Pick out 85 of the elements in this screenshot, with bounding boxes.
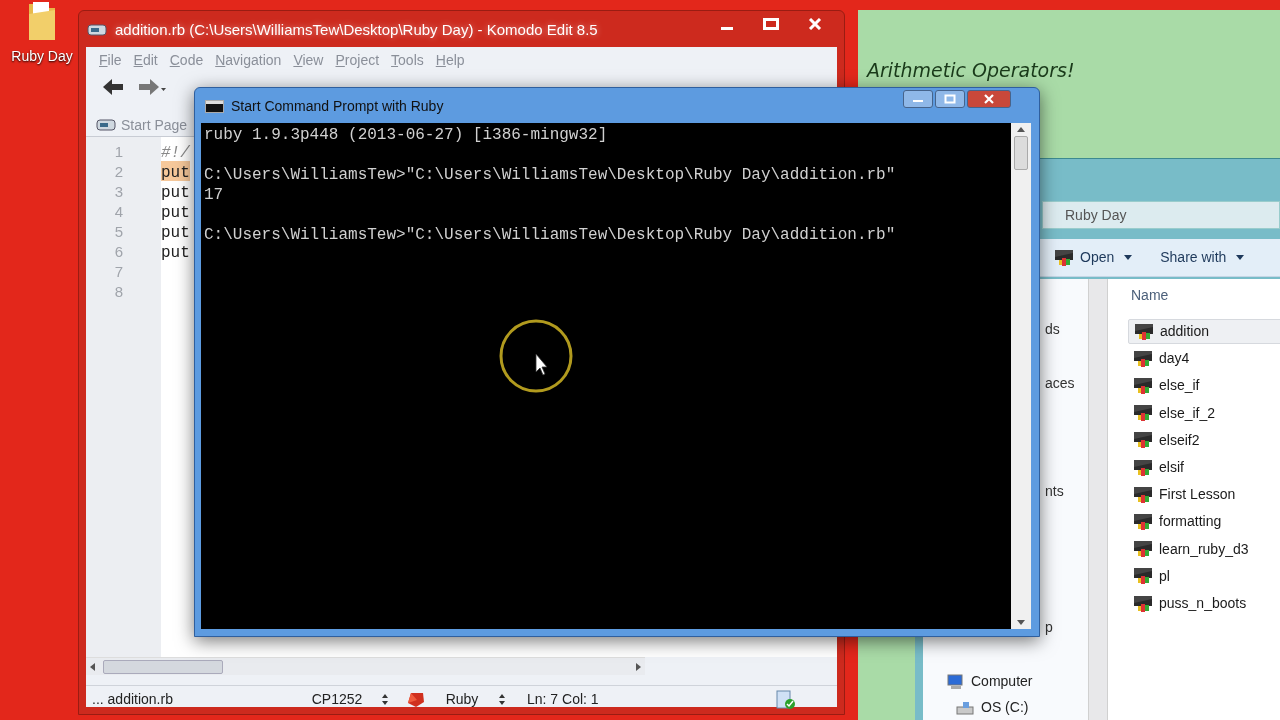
- file-icon: [1133, 376, 1153, 395]
- nav-item[interactable]: aces: [1045, 373, 1075, 394]
- list-entry[interactable]: day4: [1128, 346, 1280, 372]
- file-icon: [1133, 458, 1153, 477]
- line-number: 3: [113, 182, 124, 201]
- folder-icon: [27, 0, 57, 42]
- icon-label[interactable]: Ruby Day: [11, 46, 73, 67]
- console-text: ruby 1.9.3p448 (2013-06-27) [i386-mingw32] C:\Users\WilliamsTew>"C:\Users\WilliamsTew\Desktop\Ruby Day\addition.rb" 17 C:\Users\WilliamsTew>"C:\Users\WilliamsTew\Desktop\Ruby Day\addition.rb": [203, 125, 897, 245]
- language-selector[interactable]: Ruby: [407, 689, 527, 710]
- app-icon: [96, 119, 116, 131]
- file-icon: [1134, 322, 1154, 341]
- code-text: put: [161, 203, 190, 221]
- file-icon: [1133, 431, 1153, 450]
- list-entry[interactable]: else_if_2: [1128, 400, 1280, 426]
- window-title: Start Command Prompt with Ruby: [231, 97, 444, 116]
- caret-icon: [1124, 255, 1133, 260]
- nav-item[interactable]: nts: [1045, 481, 1064, 502]
- file-icon: [1133, 567, 1153, 586]
- up-down-arrow-icon: [382, 693, 388, 706]
- ruby-icon: [407, 691, 425, 708]
- app-icon: [87, 24, 107, 37]
- list-entry[interactable]: pl: [1128, 563, 1280, 589]
- console-icon: [205, 100, 224, 113]
- list-entry[interactable]: addition: [1128, 319, 1280, 344]
- forward-arrow-icon[interactable]: [138, 78, 166, 96]
- scrollbar-thumb[interactable]: [1014, 136, 1028, 170]
- line-number: 8: [113, 282, 124, 301]
- column-header[interactable]: Name: [1131, 285, 1169, 306]
- file-icon: [1133, 540, 1153, 559]
- list-entry[interactable]: else_if: [1128, 373, 1280, 399]
- code-text: put: [161, 223, 190, 241]
- address-text: Ruby Day: [1065, 205, 1127, 225]
- maximize-button[interactable]: [935, 90, 965, 108]
- line-number: 1: [113, 142, 124, 161]
- status-text: Ln: 7 Col: 1: [527, 690, 599, 709]
- caret-icon: [1236, 255, 1245, 260]
- code-text: #!/: [161, 143, 190, 161]
- minimize-icon: [721, 26, 733, 30]
- right-arrow-icon[interactable]: [636, 662, 641, 671]
- file-icon: [1133, 512, 1153, 531]
- file-icon: [1133, 349, 1153, 368]
- maximize-icon: [944, 94, 956, 104]
- nav-item[interactable]: OS (C:): [955, 697, 1029, 718]
- list-entry[interactable]: learn_ruby_d3: [1128, 536, 1280, 562]
- file-icon: [1054, 248, 1074, 267]
- line-number: 4: [113, 202, 124, 221]
- list-entry[interactable]: formatting: [1128, 509, 1280, 535]
- scrollbar[interactable]: [1088, 279, 1108, 720]
- code-text: put: [161, 161, 190, 181]
- code-text: put: [161, 243, 190, 261]
- left-arrow-icon[interactable]: [90, 662, 95, 671]
- file-icon: [1133, 404, 1153, 423]
- close-icon: [983, 94, 995, 104]
- down-arrow-icon[interactable]: [1017, 620, 1025, 625]
- minimize-button[interactable]: [903, 90, 933, 108]
- scrollbar[interactable]: [86, 657, 645, 675]
- window-title: addition.rb (C:\Users\WilliamsTew\Desktop\Ruby Day) - Komodo Edit 8.5: [115, 20, 598, 40]
- back-arrow-icon[interactable]: [102, 78, 124, 96]
- line-number: 5: [113, 222, 124, 241]
- code-text: put: [161, 183, 190, 201]
- list-entry[interactable]: puss_n_boots: [1128, 591, 1280, 616]
- status-text: ... addition.rb: [92, 690, 174, 709]
- address-bar[interactable]: Ruby Day: [1042, 201, 1280, 229]
- file-icon: [1133, 485, 1153, 504]
- line-number: 2: [113, 162, 124, 181]
- toolbar-button[interactable]: Open: [1054, 247, 1133, 268]
- nav-item[interactable]: p: [1045, 617, 1053, 638]
- line-number: 7: [113, 262, 124, 281]
- encoding-selector[interactable]: CP1252: [292, 689, 407, 710]
- line-number: 6: [113, 242, 124, 261]
- list-entry[interactable]: elseif2: [1128, 427, 1280, 453]
- close-icon: [808, 18, 822, 30]
- nav-item[interactable]: Computer: [945, 671, 1033, 692]
- list-entry[interactable]: First Lesson: [1128, 482, 1280, 508]
- close-button[interactable]: [967, 90, 1011, 108]
- scrollbar[interactable]: [1011, 123, 1031, 629]
- file-icon: [1133, 594, 1153, 613]
- up-down-arrow-icon: [499, 693, 505, 706]
- list-entry[interactable]: elsif: [1128, 455, 1280, 480]
- toolbar-button[interactable]: Share with: [1160, 247, 1245, 268]
- slide-title: Arithmetic Operators!: [867, 58, 1075, 83]
- maximize-icon: [763, 18, 779, 30]
- nav-item[interactable]: ds: [1045, 319, 1060, 340]
- computer-icon: [945, 672, 965, 691]
- up-arrow-icon[interactable]: [1017, 127, 1025, 132]
